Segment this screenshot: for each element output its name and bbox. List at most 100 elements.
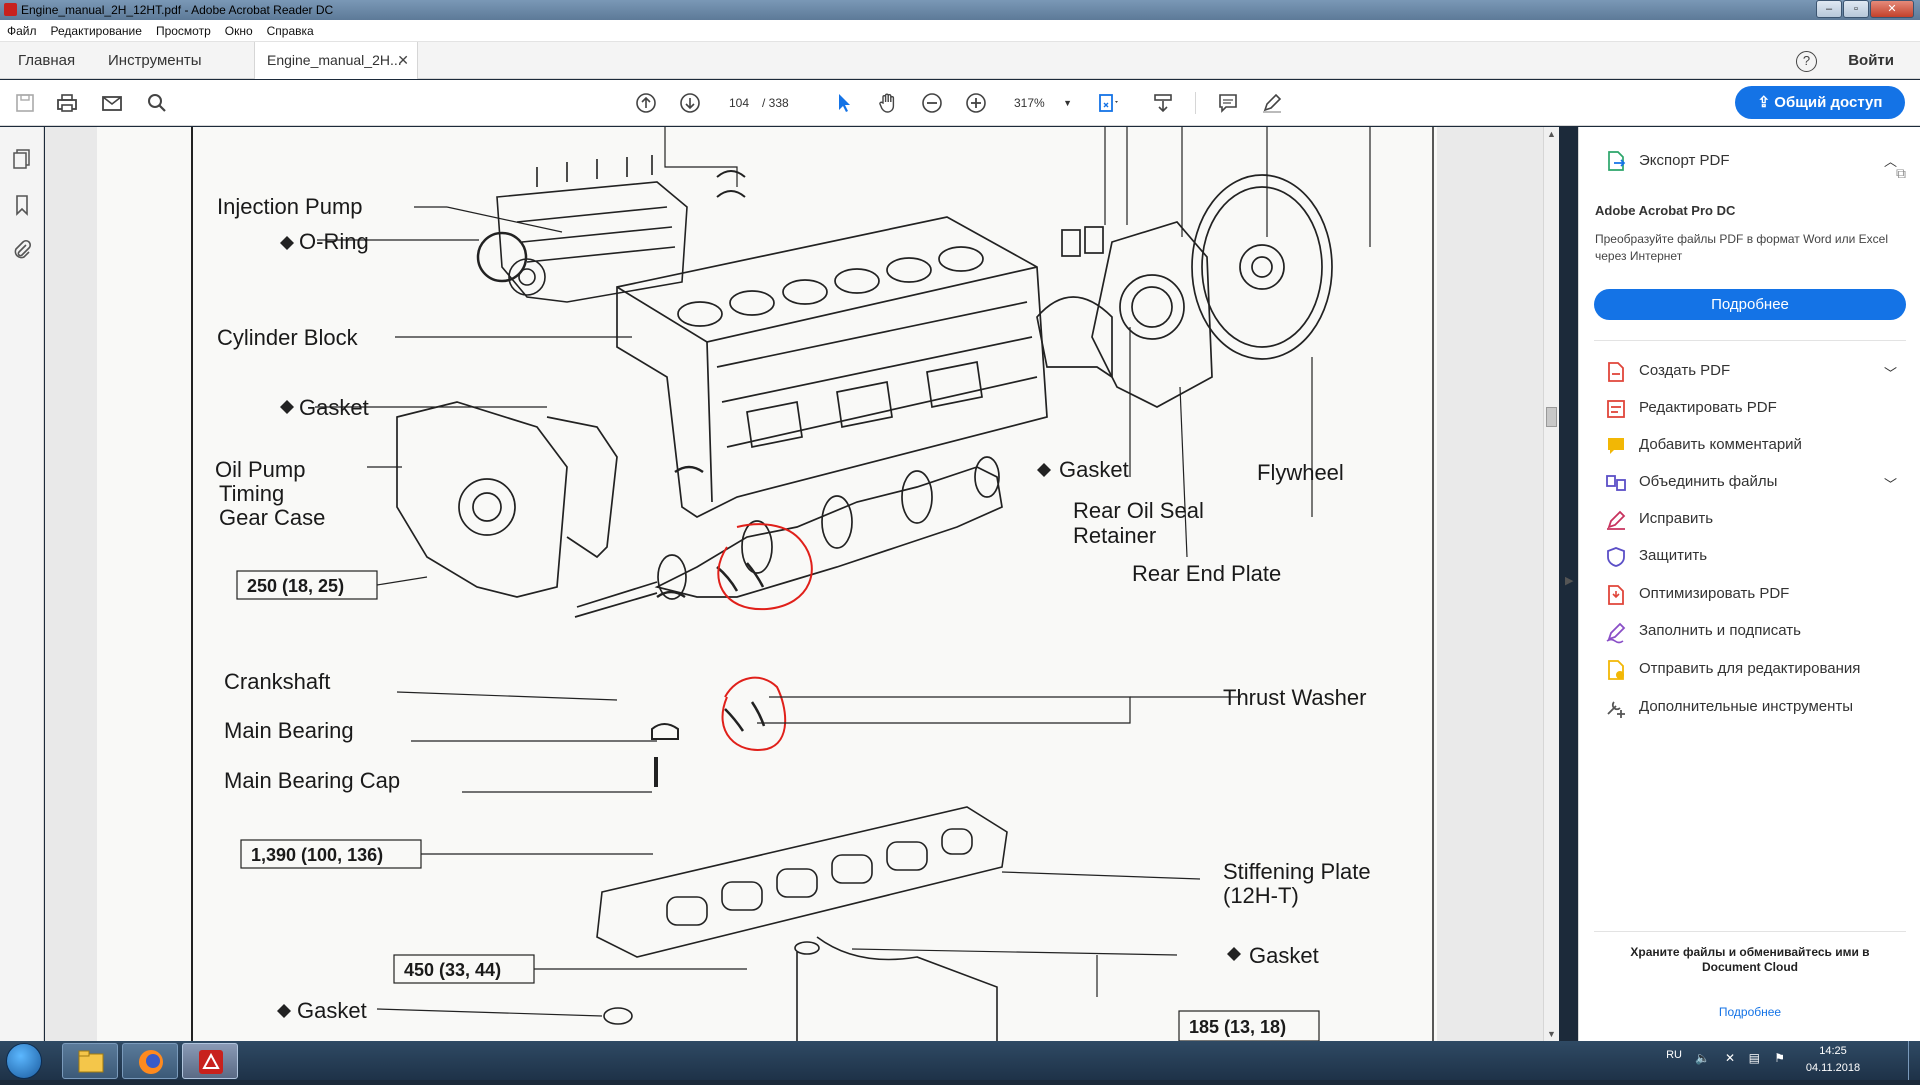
left-sidebar [0, 127, 44, 1041]
page-thumbnails-icon[interactable] [10, 147, 34, 171]
timing-gear-case-drawing [396, 401, 618, 598]
edit-pdf-icon [1604, 397, 1628, 421]
maximize-button[interactable]: ▫ [1843, 0, 1869, 18]
explorer-taskbar-icon[interactable] [62, 1043, 118, 1079]
injection-pump-drawing [496, 155, 688, 303]
label-timing: Timing [219, 481, 284, 506]
sign-in-link[interactable]: Войти [1848, 42, 1894, 79]
share-button[interactable]: ⇪ Общий доступ [1735, 86, 1905, 119]
tool-label: Редактировать PDF [1639, 399, 1777, 416]
tool-fix[interactable]: Исправить [1579, 501, 1920, 539]
label-gasket-rear: Gasket [1059, 457, 1129, 482]
search-icon[interactable] [145, 91, 169, 115]
menu-view[interactable]: Просмотр [156, 24, 211, 38]
zoom-out-icon[interactable] [920, 91, 944, 115]
zoom-value: 317% [1014, 96, 1045, 110]
network-icon[interactable]: ✕ [1725, 1051, 1735, 1065]
scroll-down-icon[interactable]: ▼ [1547, 1029, 1556, 1039]
vertical-scrollbar[interactable]: ▲ ▼ [1543, 127, 1559, 1041]
scrollbar-thumb[interactable] [1546, 407, 1557, 427]
tool-fill-sign[interactable]: Заполнить и подписать [1579, 613, 1920, 651]
clock-time[interactable]: 14:25 [1798, 1045, 1868, 1057]
minimize-button[interactable]: – [1816, 0, 1842, 18]
chevron-down-icon: ▼ [1063, 98, 1072, 108]
tools-pane: Экспорт PDF ︿ Adobe Acrobat Pro DC ⧉ Пре… [1578, 127, 1920, 1041]
language-indicator[interactable]: RU [1666, 1049, 1682, 1061]
zoom-select[interactable]: 317% ▼ [1006, 91, 1076, 115]
page-up-icon[interactable] [634, 91, 658, 115]
label-torque-2: 1,390 (100, 136) [251, 845, 383, 865]
fit-page-icon[interactable] [1096, 91, 1120, 115]
label-thrust-washer: Thrust Washer [1223, 685, 1366, 710]
label-oil-pump: Oil Pump [215, 457, 305, 482]
collapse-right-pane-icon[interactable]: ▶ [1565, 574, 1573, 587]
zoom-in-icon[interactable] [964, 91, 988, 115]
tool-edit-pdf[interactable]: Редактировать PDF [1579, 390, 1920, 428]
fix-icon [1604, 508, 1628, 532]
document-cloud-learn-more-link[interactable]: Подробнее [1579, 1005, 1920, 1019]
firefox-taskbar-icon[interactable] [122, 1043, 178, 1079]
help-icon[interactable]: ? [1796, 51, 1817, 72]
tool-more-tools[interactable]: Дополнительные инструменты [1579, 689, 1920, 727]
tool-optimize-pdf[interactable]: Оптимизировать PDF [1579, 576, 1920, 614]
mail-icon[interactable] [100, 91, 124, 115]
attachment-icon[interactable] [10, 238, 34, 262]
learn-more-button[interactable]: Подробнее [1594, 289, 1906, 320]
protect-icon [1604, 545, 1628, 569]
bookmark-icon[interactable] [10, 193, 34, 217]
fill-sign-icon [1604, 620, 1628, 644]
copy-icon[interactable]: ⧉ [1896, 165, 1906, 182]
tool-label: Объединить файлы [1639, 473, 1778, 490]
volume-icon[interactable]: 🔈 [1695, 1051, 1710, 1065]
scroll-up-icon[interactable]: ▲ [1547, 129, 1556, 139]
select-cursor-icon[interactable] [832, 91, 856, 115]
menu-window[interactable]: Окно [225, 24, 253, 38]
menu-help[interactable]: Справка [267, 24, 314, 38]
pdf-page: Injection Pump O-Ring Cylinder Block Gas… [97, 127, 1437, 1041]
label-rear-end-plate: Rear End Plate [1132, 561, 1281, 586]
crankshaft-drawing [574, 456, 1003, 618]
export-pdf-section[interactable]: Экспорт PDF ︿ [1579, 127, 1920, 199]
label-crankshaft: Crankshaft [224, 669, 330, 694]
tray-app-icon[interactable]: ▤ [1749, 1051, 1760, 1065]
hand-tool-icon[interactable] [876, 91, 900, 115]
tool-add-comment[interactable]: Добавить комментарий [1579, 427, 1920, 465]
optimize-pdf-icon [1604, 583, 1628, 607]
windows-taskbar: RU 🔈 ✕ ▤ ⚑ 14:25 04.11.2018 [0, 1041, 1920, 1080]
tool-label: Защитить [1639, 547, 1708, 564]
document-cloud-promo: Храните файлы и обменивайтесь ими в Docu… [1630, 945, 1870, 974]
tool-create-pdf[interactable]: Создать PDF ﹀ [1579, 353, 1920, 391]
send-review-icon [1604, 658, 1628, 682]
scroll-mode-icon[interactable] [1151, 91, 1175, 115]
tool-combine-files[interactable]: Объединить файлы ﹀ [1579, 464, 1920, 502]
menu-file[interactable]: Файл [7, 24, 37, 38]
save-icon[interactable] [13, 91, 37, 115]
close-tab-icon[interactable]: ✕ [397, 42, 409, 79]
print-icon[interactable] [55, 91, 79, 115]
action-center-icon[interactable]: ⚑ [1774, 1051, 1785, 1065]
tool-send-review[interactable]: Отправить для редактирования [1579, 651, 1920, 689]
tab-home[interactable]: Главная [18, 42, 75, 79]
cylinder-block-drawing [616, 216, 1048, 518]
tool-protect[interactable]: Защитить [1579, 538, 1920, 576]
start-button[interactable] [6, 1043, 42, 1079]
acrobat-taskbar-icon[interactable] [182, 1043, 238, 1079]
pen-icon[interactable] [1260, 91, 1284, 115]
menu-edit[interactable]: Редактирование [51, 24, 142, 38]
chevron-down-icon[interactable]: ﹀ [1884, 363, 1897, 382]
title-bar: Engine_manual_2H_12HT.pdf - Adobe Acroba… [0, 0, 1920, 20]
page-number-input[interactable]: 104 [718, 91, 760, 115]
window-controls: – ▫ ✕ [1816, 0, 1914, 18]
close-window-button[interactable]: ✕ [1870, 0, 1914, 18]
document-view[interactable]: Injection Pump O-Ring Cylinder Block Gas… [45, 127, 1543, 1041]
tab-tools[interactable]: Инструменты [108, 42, 202, 79]
comment-icon[interactable] [1216, 91, 1240, 115]
tab-document[interactable]: Engine_manual_2H... ✕ [254, 42, 418, 79]
show-desktop-button[interactable] [1908, 1041, 1920, 1080]
comment-icon [1604, 434, 1628, 458]
chevron-down-icon[interactable]: ﹀ [1884, 474, 1897, 493]
pro-title: Adobe Acrobat Pro DC [1595, 203, 1736, 218]
page-down-icon[interactable] [678, 91, 702, 115]
menu-bar: Файл Редактирование Просмотр Окно Справк… [0, 20, 1920, 42]
clock-date[interactable]: 04.11.2018 [1798, 1062, 1868, 1074]
